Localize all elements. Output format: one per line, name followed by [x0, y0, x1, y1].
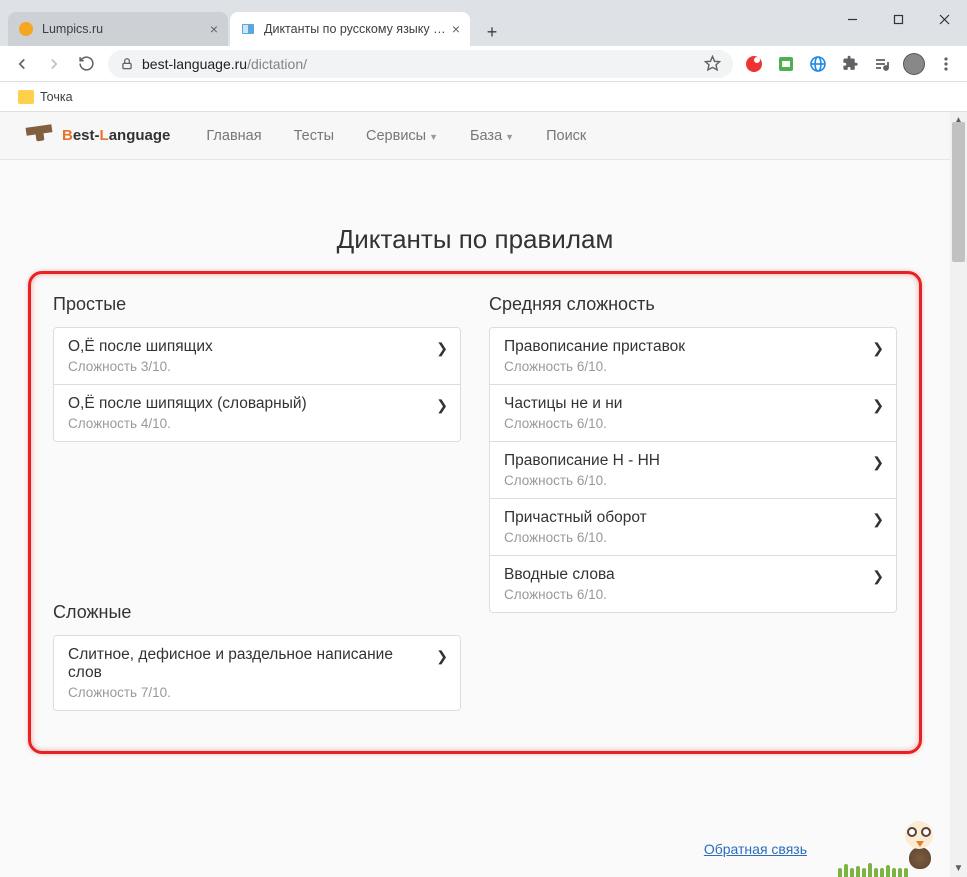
close-window-button[interactable]: [921, 0, 967, 38]
site-header: Best-Language Главная Тесты Сервисы▼ Баз…: [0, 112, 950, 160]
forward-button[interactable]: [40, 50, 68, 78]
nav-home[interactable]: Главная: [192, 116, 275, 156]
chevron-right-icon: ❯: [872, 511, 884, 528]
item-title: О,Ё после шипящих: [68, 338, 446, 356]
section-heading-easy: Простые: [53, 294, 461, 315]
favicon-lumpics: [18, 21, 34, 37]
item-title: Слитное, дефисное и раздельное написание…: [68, 646, 446, 682]
page-title: Диктанты по правилам: [28, 224, 922, 255]
footer-area: Обратная связь: [664, 827, 847, 871]
list-item[interactable]: Причастный оборот Сложность 6/10. ❯: [490, 499, 896, 556]
chevron-right-icon: ❯: [436, 648, 448, 665]
list-item[interactable]: Правописание Н - НН Сложность 6/10. ❯: [490, 442, 896, 499]
site-logo[interactable]: Best-Language: [24, 122, 170, 150]
reload-button[interactable]: [72, 50, 100, 78]
back-button[interactable]: [8, 50, 36, 78]
section-heading-medium: Средняя сложность: [489, 294, 897, 315]
nav-base[interactable]: База▼: [456, 116, 528, 156]
chevron-down-icon: ▼: [429, 132, 438, 142]
item-subtitle: Сложность 6/10.: [504, 530, 882, 545]
new-tab-button[interactable]: +: [478, 18, 506, 46]
item-subtitle: Сложность 6/10.: [504, 359, 882, 374]
list-item[interactable]: Слитное, дефисное и раздельное написание…: [54, 636, 460, 710]
bookmark-star-icon[interactable]: [704, 55, 721, 72]
chevron-right-icon: ❯: [872, 340, 884, 357]
nav-tests[interactable]: Тесты: [280, 116, 348, 156]
chevron-right-icon: ❯: [436, 340, 448, 357]
address-bar[interactable]: best-language.ru/dictation/: [108, 50, 733, 78]
list-item[interactable]: Вводные слова Сложность 6/10. ❯: [490, 556, 896, 612]
item-title: Частицы не и ни: [504, 395, 882, 413]
close-icon[interactable]: ×: [210, 21, 218, 37]
browser-tab-0[interactable]: Lumpics.ru ×: [8, 12, 228, 46]
list-item[interactable]: О,Ё после шипящих (словарный) Сложность …: [54, 385, 460, 441]
brand-text: Best-Language: [62, 127, 170, 144]
chevron-down-icon: ▼: [505, 132, 514, 142]
item-title: Вводные слова: [504, 566, 882, 584]
highlighted-section: Простые О,Ё после шипящих Сложность 3/10…: [28, 271, 922, 754]
extension-playlist[interactable]: [869, 51, 895, 77]
extension-green[interactable]: [773, 51, 799, 77]
lock-icon: [120, 57, 134, 71]
favicon-bestlanguage: [240, 21, 256, 37]
minimize-button[interactable]: [829, 0, 875, 38]
browser-toolbar: best-language.ru/dictation/: [0, 46, 967, 82]
list-group-medium: Правописание приставок Сложность 6/10. ❯…: [489, 327, 897, 613]
url-text: best-language.ru/dictation/: [142, 56, 696, 72]
item-title: Правописание приставок: [504, 338, 882, 356]
tab-title: Lumpics.ru: [42, 22, 204, 36]
profile-avatar[interactable]: [901, 51, 927, 77]
tab-title: Диктанты по русскому языку - п: [264, 22, 446, 36]
chevron-right-icon: ❯: [872, 454, 884, 471]
graduation-hat-icon: [24, 122, 56, 150]
browser-tab-1[interactable]: Диктанты по русскому языку - п ×: [230, 12, 470, 46]
item-subtitle: Сложность 6/10.: [504, 416, 882, 431]
chevron-right-icon: ❯: [436, 397, 448, 414]
list-group-easy: О,Ё после шипящих Сложность 3/10. ❯ О,Ё …: [53, 327, 461, 442]
nav-search[interactable]: Поиск: [532, 116, 600, 156]
scrollbar-thumb[interactable]: [952, 122, 965, 262]
list-item[interactable]: Частицы не и ни Сложность 6/10. ❯: [490, 385, 896, 442]
item-title: Причастный оборот: [504, 509, 882, 527]
bookmarks-bar: Точка: [0, 82, 967, 112]
item-title: Правописание Н - НН: [504, 452, 882, 470]
extension-globe[interactable]: [805, 51, 831, 77]
section-heading-hard: Сложные: [53, 602, 461, 623]
chevron-right-icon: ❯: [872, 397, 884, 414]
browser-titlebar: Lumpics.ru × Диктанты по русскому языку …: [0, 0, 967, 46]
menu-button[interactable]: [933, 51, 959, 77]
scroll-down-icon[interactable]: ▼: [950, 860, 967, 877]
owl-mascot-icon: [847, 815, 937, 875]
item-subtitle: Сложность 4/10.: [68, 416, 446, 431]
folder-icon: [18, 90, 34, 104]
extensions-button[interactable]: [837, 51, 863, 77]
maximize-button[interactable]: [875, 0, 921, 38]
close-icon[interactable]: ×: [452, 21, 460, 37]
chevron-right-icon: ❯: [872, 568, 884, 585]
item-subtitle: Сложность 3/10.: [68, 359, 446, 374]
bookmark-folder[interactable]: Точка: [12, 86, 79, 108]
scrollbar-track[interactable]: ▲ ▼: [950, 112, 967, 877]
feedback-link[interactable]: Обратная связь: [704, 841, 807, 857]
item-subtitle: Сложность 7/10.: [68, 685, 446, 700]
item-subtitle: Сложность 6/10.: [504, 587, 882, 602]
list-item[interactable]: Правописание приставок Сложность 6/10. ❯: [490, 328, 896, 385]
bookmark-label: Точка: [40, 90, 73, 104]
item-subtitle: Сложность 6/10.: [504, 473, 882, 488]
list-group-hard: Слитное, дефисное и раздельное написание…: [53, 635, 461, 711]
item-title: О,Ё после шипящих (словарный): [68, 395, 446, 413]
extension-opera[interactable]: [741, 51, 767, 77]
nav-services[interactable]: Сервисы▼: [352, 116, 452, 156]
list-item[interactable]: О,Ё после шипящих Сложность 3/10. ❯: [54, 328, 460, 385]
